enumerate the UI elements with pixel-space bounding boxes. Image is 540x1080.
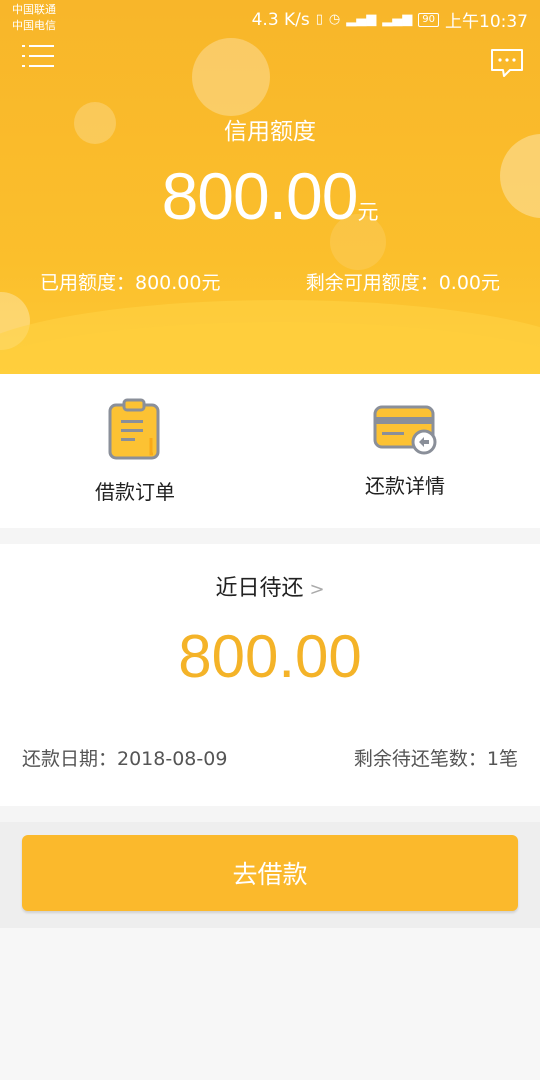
used-credit: 已用额度：800.00元 [40, 272, 221, 294]
status-bar: 中国联通 中国电信 4.3 K/s ▯ ◷ ▂▄▆ ▂▄▆ 90 上午10:37 [0, 0, 540, 36]
battery-icon: 90 [418, 12, 439, 27]
signal-icon: ▂▄▆ [346, 12, 377, 27]
clipboard-icon [108, 398, 160, 460]
pending-repayment-card[interactable]: 近日待还 > 800.00 还款日期：2018-08-09 剩余待还笔数：1笔 [0, 544, 540, 806]
chevron-right-icon: > [309, 579, 325, 600]
borrow-button[interactable]: 去借款 [22, 835, 518, 911]
signal-icon-2: ▂▄▆ [382, 12, 413, 27]
loan-orders-label: 借款订单 [95, 480, 175, 504]
decor-bubble [192, 38, 270, 116]
status-right: 4.3 K/s ▯ ◷ ▂▄▆ ▂▄▆ 90 上午10:37 [251, 7, 528, 33]
credit-amount-unit: 元 [357, 200, 379, 224]
pending-title[interactable]: 近日待还 > [0, 570, 540, 602]
pending-amount: 800.00 [178, 623, 362, 690]
credit-amount: 800.00元 [0, 158, 540, 234]
bottom-blank [0, 928, 540, 1080]
alarm-icon: ◷ [328, 12, 341, 27]
action-panel: 借款订单 还款详情 [0, 374, 540, 528]
vibrate-icon: ▯ [315, 12, 323, 27]
message-icon[interactable] [490, 48, 524, 78]
remaining-count: 剩余待还笔数：1笔 [353, 748, 518, 770]
menu-icon[interactable] [22, 44, 54, 68]
loan-orders-button[interactable]: 借款订单 [0, 374, 270, 528]
card-refund-icon [373, 405, 437, 455]
repayment-details-button[interactable]: 还款详情 [270, 374, 540, 528]
net-speed: 4.3 K/s [251, 9, 310, 30]
remaining-credit: 剩余可用额度：0.00元 [305, 272, 500, 294]
due-date: 还款日期：2018-08-09 [22, 748, 228, 770]
carrier-1: 中国联通 [12, 3, 56, 16]
carrier-2: 中国电信 [12, 19, 56, 32]
repayment-details-label: 还款详情 [365, 474, 445, 498]
pending-title-text: 近日待还 [215, 576, 304, 601]
credit-title: 信用额度 [224, 119, 316, 145]
button-area: 去借款 [0, 822, 540, 928]
credit-header: 中国联通 中国电信 4.3 K/s ▯ ◷ ▂▄▆ ▂▄▆ 90 上午10:37… [0, 0, 540, 374]
status-time: 上午10:37 [445, 12, 528, 32]
credit-amount-value: 800.00 [161, 159, 359, 233]
